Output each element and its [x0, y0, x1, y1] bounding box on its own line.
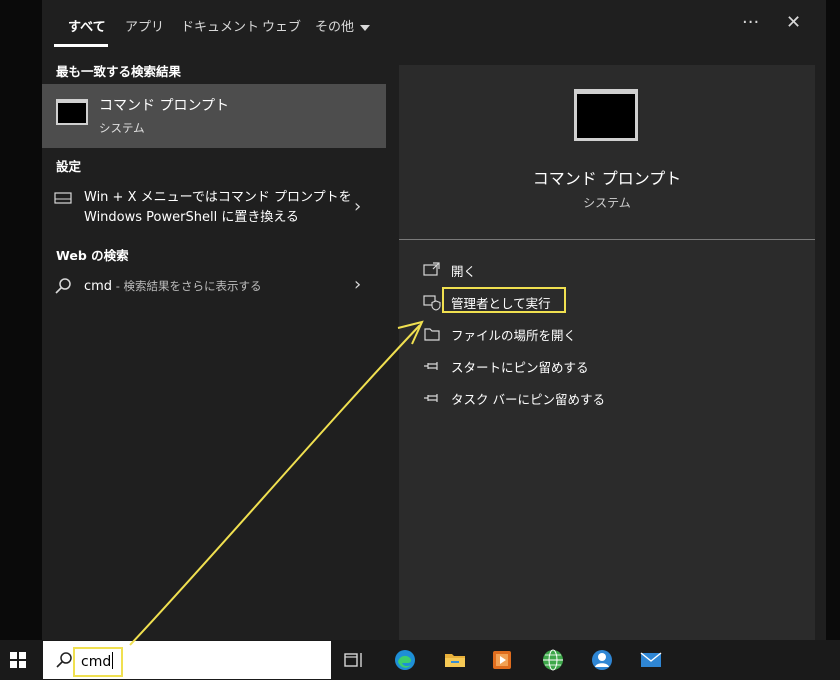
chevron-right-icon: › [354, 274, 362, 295]
search-highlight-box [73, 647, 123, 677]
settings-window-icon [54, 192, 72, 204]
best-match-result[interactable]: コマンド プロンプト システム [42, 84, 386, 148]
taskbar: cmd [0, 640, 840, 680]
web-search-header: Web の検索 [56, 248, 129, 263]
preview-title: コマンド プロンプト [532, 169, 682, 188]
tab-more[interactable]: その他 [315, 16, 371, 35]
file-location-icon [424, 328, 440, 341]
action-open-label: 開く [451, 264, 477, 279]
search-icon [55, 278, 71, 294]
web-search-text: cmd - 検索結果をさらに表示する [84, 276, 262, 297]
windows-start-icon[interactable] [10, 652, 26, 668]
filter-tabs: すべて アプリ ドキュメント ウェブ その他 ··· ✕ [42, 0, 826, 52]
taskbar-search-box[interactable]: cmd [43, 641, 331, 679]
tab-web[interactable]: ウェブ [262, 16, 301, 35]
network-globe-icon[interactable] [541, 648, 565, 672]
best-match-title: コマンド プロンプト [99, 98, 230, 114]
action-pin-to-start-label: スタートにピン留めする [451, 360, 589, 375]
settings-item-line1: Win + X メニューではコマンド プロンプトを [84, 190, 352, 205]
search-icon [56, 652, 72, 668]
shield-admin-icon [423, 295, 441, 311]
account-icon[interactable] [590, 648, 614, 672]
command-prompt-large-icon [574, 89, 638, 141]
action-pin-to-start[interactable]: スタートにピン留めする [423, 353, 783, 381]
media-player-icon[interactable] [490, 648, 514, 672]
active-tab-underline [54, 44, 108, 47]
settings-item-line2: Windows PowerShell に置き換える [84, 210, 299, 225]
best-match-header: 最も一致する検索結果 [56, 64, 182, 79]
preview-pane: コマンド プロンプト システム 開く 管理者として実行 ファイルの場所を開く ス… [399, 65, 815, 640]
action-pin-to-taskbar-label: タスク バーにピン留めする [451, 392, 605, 407]
tab-documents[interactable]: ドキュメント [181, 16, 259, 35]
search-start-menu: すべて アプリ ドキュメント ウェブ その他 ··· ✕ 最も一致する検索結果 … [42, 0, 826, 640]
open-window-icon [423, 262, 440, 276]
action-open[interactable]: 開く [423, 257, 783, 285]
settings-header: 設定 [56, 159, 82, 174]
tab-apps[interactable]: アプリ [125, 16, 164, 35]
edge-icon[interactable] [393, 648, 417, 672]
tab-all[interactable]: すべて [68, 16, 106, 35]
preview-subtitle: システム [583, 196, 631, 210]
command-prompt-icon [56, 99, 88, 125]
settings-result-row[interactable]: Win + X メニューではコマンド プロンプトを Windows PowerS… [42, 186, 386, 230]
preview-divider [399, 239, 815, 240]
more-options-icon[interactable]: ··· [742, 12, 759, 33]
chevron-down-icon [360, 24, 371, 31]
web-search-suffix: - 検索結果をさらに表示する [112, 279, 262, 293]
action-pin-to-taskbar[interactable]: タスク バーにピン留めする [423, 385, 783, 413]
tab-more-label: その他 [315, 20, 355, 35]
chevron-right-icon: › [354, 196, 362, 217]
run-as-admin-highlight-box [442, 287, 566, 313]
action-open-file-location-label: ファイルの場所を開く [451, 328, 577, 343]
action-open-file-location[interactable]: ファイルの場所を開く [423, 321, 783, 349]
web-search-query: cmd [84, 279, 113, 294]
right-edge [826, 0, 840, 640]
close-icon[interactable]: ✕ [786, 12, 801, 33]
file-explorer-icon[interactable] [443, 648, 467, 672]
pin-icon [424, 394, 438, 402]
left-edge [0, 0, 42, 640]
results-pane: 最も一致する検索結果 コマンド プロンプト システム 設定 Win + X メニ… [42, 52, 386, 640]
pin-icon [424, 362, 438, 370]
mail-icon[interactable] [639, 648, 663, 672]
web-search-result-row[interactable]: cmd - 検索結果をさらに表示する › [42, 274, 386, 302]
task-view-icon[interactable] [342, 648, 366, 672]
best-match-subtitle: システム [99, 121, 145, 135]
